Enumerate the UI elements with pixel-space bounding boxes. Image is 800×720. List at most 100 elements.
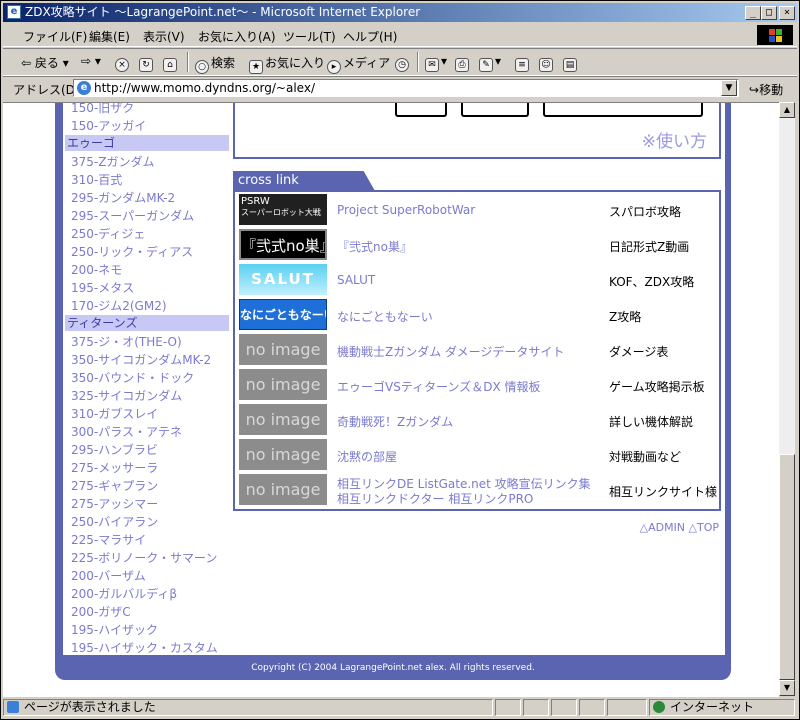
toolbar-separator [417, 52, 419, 72]
site-link[interactable]: Project SuperRobotWar [337, 203, 475, 217]
menu-tools[interactable]: ツール(T) [283, 28, 336, 45]
status-cell [579, 699, 605, 716]
forward-button[interactable]: ⇨ ▾ [81, 54, 101, 68]
table-row: PSRW スーパーロボット大戦 Project SuperRobotWar スパロ… [239, 192, 719, 227]
site-description: 詳しい機体解説 [609, 415, 694, 429]
site-link[interactable]: なにごともなーい [337, 308, 433, 325]
research-button[interactable]: ▤ [563, 54, 579, 72]
scroll-up-button[interactable]: ▲ [779, 102, 795, 118]
sidebar-link[interactable]: 300-パラス・アテネ [71, 423, 182, 440]
howto-diagram-shape [461, 103, 529, 117]
toolbar-separator [187, 52, 189, 72]
edit-button[interactable]: ✎ ▾ [479, 54, 501, 72]
site-banner[interactable]: PSRW スーパーロボット大戦 [239, 194, 327, 225]
sidebar-link[interactable]: 295-ガンダムMK-2 [71, 189, 175, 206]
site-banner[interactable]: no image [239, 474, 327, 505]
howto-link[interactable]: ※使い方 [642, 127, 707, 152]
menu-help[interactable]: ヘルプ(H) [343, 28, 397, 45]
site-link[interactable]: 相互リンクドクター 相互リンクPRO [337, 490, 533, 507]
site-link[interactable]: 『弐式no巣』 [337, 238, 412, 255]
maximize-button[interactable]: □ [761, 6, 777, 20]
status-cell [523, 699, 549, 716]
site-link[interactable]: 機動戦士Zガンダム ダメージデータサイト [337, 343, 564, 360]
sidebar-link[interactable]: 250-バイアラン [71, 513, 158, 530]
sidebar-link[interactable]: 275-メッサーラ [71, 459, 158, 476]
sidebar-link[interactable]: 375-ジ・オ(THE-O) [71, 333, 182, 350]
address-input[interactable]: e http://www.momo.dyndns.org/~alex/ [73, 79, 739, 97]
refresh-button[interactable]: ↻ [139, 54, 155, 72]
media-button[interactable]: ▸ メディア [327, 54, 390, 74]
browser-window: e ZDX攻略サイト ～LagrangePoint.net～ - Microso… [0, 0, 800, 720]
address-dropdown-button[interactable]: ▼ [721, 80, 737, 96]
site-description: KOF、ZDX攻略 [609, 275, 695, 289]
admin-top-links[interactable]: △ADMIN △TOP [640, 521, 719, 534]
sidebar-link[interactable]: 200-ガザC [71, 603, 131, 620]
site-description: ゲーム攻略掲示板 [609, 380, 705, 394]
menu-edit[interactable]: 編集(E) [89, 28, 130, 45]
sidebar-link[interactable]: 375-Zガンダム [71, 153, 154, 170]
sidebar-link[interactable]: 350-バウンド・ドック [71, 369, 194, 386]
site-banner[interactable]: no image [239, 439, 327, 470]
windows-logo-icon [757, 25, 793, 45]
page-icon: e [77, 81, 91, 95]
sidebar-link[interactable]: 195-ハイザック [71, 621, 158, 638]
stop-button[interactable]: × [115, 54, 131, 72]
sidebar-link[interactable]: 310-ガブスレイ [71, 405, 158, 422]
close-button[interactable]: × [779, 6, 795, 20]
stop-icon: × [115, 58, 129, 72]
scroll-thumb[interactable] [779, 454, 795, 680]
scroll-down-button[interactable]: ▼ [779, 680, 795, 696]
history-button[interactable]: ◷ [395, 54, 411, 72]
sidebar-link[interactable]: 310-百式 [71, 171, 122, 188]
site-banner[interactable]: no image [239, 334, 327, 365]
messenger-button[interactable]: ☺ [539, 54, 555, 72]
print-button[interactable]: ⎙ [455, 54, 471, 72]
howto-diagram-shape [395, 103, 447, 117]
sidebar-link[interactable]: 275-ギャプラン [71, 477, 158, 494]
site-banner[interactable]: なにごともなーい [239, 299, 327, 330]
sidebar-link[interactable]: 170-ジム2(GM2) [71, 297, 167, 314]
status-cell [607, 699, 647, 716]
sidebar-link[interactable]: 275-アッシマー [71, 495, 158, 512]
sidebar-link[interactable]: 325-サイコガンダム [71, 387, 182, 404]
sidebar-link[interactable]: 295-ハンブラビ [71, 441, 158, 458]
mail-button[interactable]: ✉ ▾ [425, 54, 447, 72]
sidebar-link[interactable]: 350-サイコガンダムMK-2 [71, 351, 211, 368]
menu-bar: ファイル(F) 編集(E) 表示(V) お気に入り(A) ツール(T) ヘルプ(… [3, 24, 797, 47]
sidebar-link[interactable]: 250-ディジェ [71, 225, 145, 242]
vertical-scrollbar[interactable]: ▲ ▼ [779, 102, 795, 696]
sidebar-link[interactable]: 150-旧ザク [71, 103, 134, 116]
sidebar-link[interactable]: 150-アッガイ [71, 117, 146, 134]
site-link[interactable]: SALUT [337, 273, 375, 287]
minimize-button[interactable]: _ [745, 6, 761, 20]
back-button[interactable]: ⇦ 戻る ▾ [21, 54, 69, 71]
sidebar-link[interactable]: 200-バーザム [71, 567, 146, 584]
site-banner[interactable]: no image [239, 369, 327, 400]
home-button[interactable]: ⌂ [163, 54, 179, 72]
table-row: no image 奇動戦死！Zガンダム 詳しい機体解説 [239, 402, 719, 437]
site-banner[interactable]: 『弐式no巣』 [239, 229, 327, 260]
menu-file[interactable]: ファイル(F) [23, 28, 87, 45]
sidebar-link[interactable]: 295-スーパーガンダム [71, 207, 194, 224]
favorites-button[interactable]: ★ お気に入り [249, 54, 325, 74]
sidebar-link[interactable]: 200-ガルバルディβ [71, 585, 177, 602]
menu-favorites[interactable]: お気に入り(A) [198, 28, 276, 45]
site-banner[interactable]: SALUT [239, 264, 327, 295]
go-button[interactable]: ↪移動 [749, 81, 783, 98]
sidebar-link[interactable]: 195-メタス [71, 279, 134, 296]
sidebar-link[interactable]: 225-ボリノーク・サマーン [71, 549, 217, 566]
sidebar-link[interactable]: 200-ネモ [71, 261, 122, 278]
menu-view[interactable]: 表示(V) [143, 28, 185, 45]
search-button[interactable]: ○ 検索 [195, 54, 235, 74]
address-bar: アドレス(D) e http://www.momo.dyndns.org/~al… [3, 76, 797, 101]
sidebar-link[interactable]: 225-マラサイ [71, 531, 146, 548]
sidebar-link[interactable]: 195-ハイザック・カスタム [71, 639, 218, 656]
site-banner[interactable]: no image [239, 404, 327, 435]
discuss-button[interactable]: ≡ [515, 54, 531, 72]
table-row: no image 沈黙の部屋 対戦動画など [239, 437, 719, 472]
site-link[interactable]: エゥーゴVSティターンズ＆DX 情報板 [337, 378, 541, 395]
sidebar-link[interactable]: 250-リック・ディアス [71, 243, 193, 260]
site-link[interactable]: 沈黙の部屋 [337, 448, 397, 465]
site-description: 日記形式Z動画 [609, 240, 690, 254]
site-link[interactable]: 奇動戦死！Zガンダム [337, 413, 453, 430]
